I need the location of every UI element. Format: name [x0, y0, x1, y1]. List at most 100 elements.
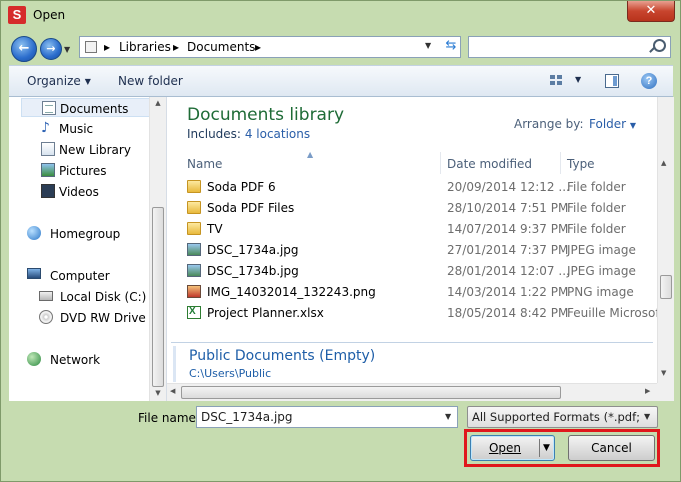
file-type-filter[interactable]: All Supported Formats (*.pdf;*.d ▼ — [467, 406, 658, 428]
file-row[interactable]: Soda PDF 6 20/09/2014 12:12 ... File fol… — [183, 177, 657, 198]
file-date: 28/01/2014 12:07 ... — [447, 264, 570, 278]
public-documents-group[interactable]: Public Documents (Empty) C:\Users\Public — [171, 342, 653, 383]
scroll-down-arrow[interactable]: ▼ — [661, 369, 666, 377]
scroll-up-arrow[interactable]: ▲ — [153, 99, 163, 107]
file-type: File folder — [567, 222, 626, 236]
file-row[interactable]: DSC_1734a.jpg 27/01/2014 7:37 PM JPEG im… — [183, 240, 657, 261]
cancel-button[interactable]: Cancel — [568, 435, 655, 461]
change-view-icon[interactable] — [550, 75, 564, 87]
homegroup-icon — [27, 226, 41, 240]
file-row[interactable]: Soda PDF Files 28/10/2014 7:51 PM File f… — [183, 198, 657, 219]
locations-link[interactable]: 4 locations — [245, 127, 310, 141]
file-date: 27/01/2014 7:37 PM — [447, 243, 569, 257]
nav-item-local-disk[interactable]: Local Disk (C:) — [21, 287, 161, 306]
open-options-dropdown-icon[interactable]: ▼ — [543, 436, 550, 460]
column-divider[interactable] — [560, 152, 561, 174]
navigation-scrollbar[interactable]: ▲ ▼ — [149, 97, 166, 401]
folder-icon — [187, 201, 201, 214]
chevron-down-icon[interactable]: ▼ — [445, 412, 451, 421]
file-name: Soda PDF 6 — [207, 180, 276, 194]
computer-icon — [27, 268, 41, 279]
title-bar: S Open ✕ — [1, 1, 680, 31]
column-header-type[interactable]: Type — [567, 157, 595, 171]
address-separator[interactable]: ▸ — [255, 40, 261, 54]
column-divider[interactable] — [440, 152, 441, 174]
nav-item-documents[interactable]: Documents — [21, 98, 161, 117]
scrollbar-thumb[interactable] — [660, 275, 672, 299]
file-date: 28/10/2014 7:51 PM — [447, 201, 569, 215]
search-input[interactable] — [472, 39, 642, 55]
forward-button[interactable]: → — [40, 38, 62, 60]
address-history-dropdown[interactable]: ▼ — [425, 41, 431, 50]
group-title: Public Documents (Empty) — [189, 348, 376, 364]
open-button[interactable]: Open ▼ — [470, 435, 555, 461]
scrollbar-thumb[interactable] — [152, 207, 164, 387]
scroll-up-arrow[interactable]: ▲ — [661, 159, 666, 167]
nav-item-videos[interactable]: Videos — [21, 182, 161, 201]
breadcrumb-libraries[interactable]: Libraries — [119, 40, 171, 54]
refresh-icon[interactable]: ⇆ — [443, 38, 459, 56]
nav-item-label: Videos — [59, 185, 99, 199]
chevron-down-icon: ▼ — [84, 77, 91, 86]
file-type: File folder — [567, 201, 626, 215]
column-header-name[interactable]: Name — [187, 157, 222, 171]
search-box[interactable] — [468, 36, 671, 58]
close-button[interactable]: ✕ — [627, 1, 675, 22]
music-icon: ♪ — [41, 120, 50, 136]
library-title: Documents library — [187, 105, 345, 125]
preview-pane-icon[interactable] — [605, 74, 619, 88]
nav-item-computer[interactable]: Computer — [9, 266, 149, 285]
address-separator[interactable]: ▸ — [173, 40, 179, 54]
nav-item-label: Local Disk (C:) — [60, 290, 147, 304]
file-name: Project Planner.xlsx — [207, 306, 324, 320]
new-folder-button[interactable]: New folder — [118, 74, 183, 88]
open-dialog-window: S Open ✕ ← → ▼ ▸ Libraries ▸ Documents ▸… — [0, 0, 681, 482]
nav-item-pictures[interactable]: Pictures — [21, 161, 161, 180]
view-options-dropdown[interactable]: ▼ — [575, 75, 581, 84]
file-name-field[interactable]: DSC_1734a.jpg ▼ — [196, 406, 458, 428]
address-separator[interactable]: ▸ — [104, 40, 110, 54]
nav-item-homegroup[interactable]: Homegroup — [9, 224, 149, 243]
soda-app-icon: S — [8, 6, 26, 24]
nav-item-label: Computer — [50, 269, 110, 283]
address-bar[interactable]: ▸ Libraries ▸ Documents ▸ ▼ ⇆ — [79, 36, 461, 58]
nav-item-network[interactable]: Network — [9, 350, 149, 369]
file-row[interactable]: DSC_1734b.jpg 28/01/2014 12:07 ... JPEG … — [183, 261, 657, 282]
disk-icon — [39, 291, 53, 301]
network-icon — [27, 352, 41, 366]
nav-item-dvd-drive[interactable]: DVD RW Drive (D — [21, 308, 164, 327]
organize-menu[interactable]: Organize ▼ — [27, 74, 91, 88]
scroll-left-arrow[interactable]: ◀ — [170, 387, 175, 395]
file-list-pane: Documents library Includes: 4 locations … — [167, 97, 657, 383]
scrollbar-thumb[interactable] — [181, 386, 561, 399]
file-list-vertical-scrollbar[interactable]: ▲ ▼ — [657, 97, 674, 383]
file-row[interactable]: Project Planner.xlsx 18/05/2014 8:42 PM … — [183, 303, 657, 324]
nav-item-new-library[interactable]: New Library — [21, 140, 161, 159]
breadcrumb-documents[interactable]: Documents — [187, 40, 255, 54]
search-icon[interactable] — [653, 39, 666, 52]
arrange-by-dropdown[interactable]: Folder ▼ — [589, 117, 636, 131]
column-header-date[interactable]: Date modified — [447, 157, 532, 171]
chevron-down-icon[interactable]: ▼ — [644, 412, 650, 421]
videos-icon — [41, 184, 55, 198]
folder-icon — [187, 222, 201, 235]
file-name-value: DSC_1734a.jpg — [201, 410, 293, 424]
nav-item-music[interactable]: ♪ Music — [21, 119, 161, 138]
recent-pages-dropdown[interactable]: ▼ — [64, 45, 70, 54]
help-icon[interactable]: ? — [641, 73, 657, 89]
scroll-right-arrow[interactable]: ▶ — [645, 387, 650, 395]
library-icon — [41, 142, 55, 156]
arrange-by-label: Arrange by: — [514, 117, 584, 131]
command-toolbar: Organize ▼ New folder ▼ ? — [9, 65, 673, 97]
scroll-down-arrow[interactable]: ▼ — [153, 389, 163, 397]
folder-icon — [187, 180, 201, 193]
jpeg-image-icon — [187, 264, 201, 277]
file-type: Feuille Microsoft — [567, 306, 657, 320]
file-row[interactable]: TV 14/07/2014 9:37 PM File folder — [183, 219, 657, 240]
file-name: IMG_14032014_132243.png — [207, 285, 376, 299]
back-button[interactable]: ← — [11, 36, 37, 62]
file-name: DSC_1734b.jpg — [207, 264, 299, 278]
file-list-horizontal-scrollbar[interactable]: ◀ ▶ — [167, 383, 657, 401]
file-row[interactable]: IMG_14032014_132243.png 14/03/2014 1:22 … — [183, 282, 657, 303]
file-type: JPEG image — [567, 264, 636, 278]
